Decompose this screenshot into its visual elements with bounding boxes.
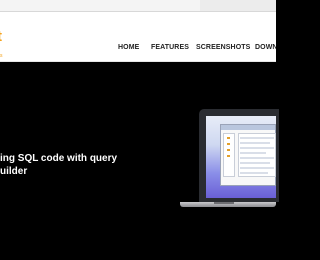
app-tree-panel xyxy=(223,133,235,177)
tree-node-icon xyxy=(227,149,230,151)
grid-row xyxy=(240,157,274,159)
grid-row xyxy=(240,152,266,154)
grid-row xyxy=(240,167,274,169)
hero-headline-line-2: uilder xyxy=(0,166,28,177)
app-window-thumbnail xyxy=(220,124,276,186)
hero-headline: ing SQL code with query uilder xyxy=(0,152,140,178)
nav-download-link[interactable]: DOWN xyxy=(255,43,276,53)
laptop-screen-screenshot xyxy=(206,116,276,198)
browser-tab[interactable] xyxy=(0,0,200,11)
grid-row xyxy=(240,147,274,149)
laptop-notch xyxy=(214,202,234,204)
grid-row xyxy=(240,162,270,164)
hero-headline-line-1: ing SQL code with query xyxy=(0,153,118,164)
grid-row xyxy=(240,172,268,174)
app-titlebar xyxy=(221,125,275,130)
app-query-grid xyxy=(238,133,276,177)
site-header: t s HOME FEATURES SCREENSHOTS DOWN xyxy=(0,12,276,62)
grid-row xyxy=(240,142,270,144)
browser-tab-strip xyxy=(0,0,276,12)
site-logo[interactable]: t xyxy=(0,29,10,49)
tree-node-icon xyxy=(227,137,230,139)
nav-features-link[interactable]: FEATURES xyxy=(151,43,189,53)
grid-row xyxy=(240,137,274,139)
logo-tagline: s xyxy=(0,53,3,59)
tree-node-icon xyxy=(227,143,230,145)
nav-screenshots-link[interactable]: SCREENSHOTS xyxy=(196,43,250,53)
tree-node-icon xyxy=(227,155,230,157)
nav-home-link[interactable]: HOME xyxy=(118,43,139,53)
logo-letter: t xyxy=(0,29,2,44)
